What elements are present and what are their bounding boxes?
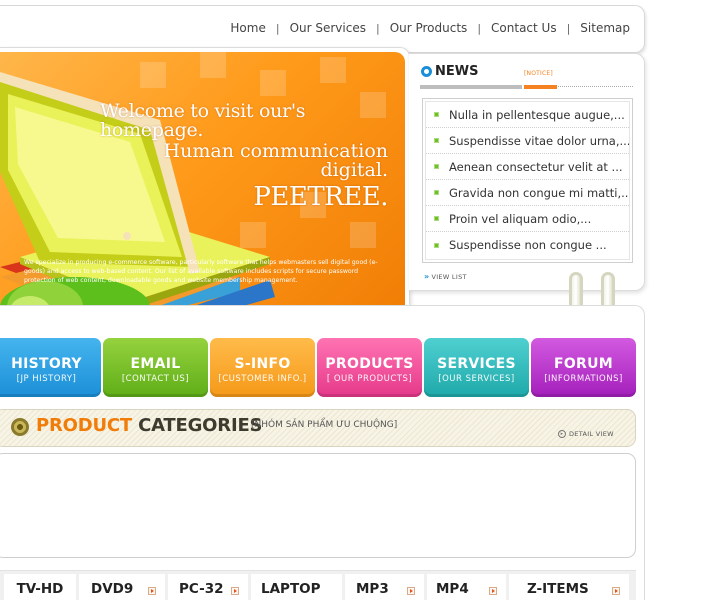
tab-title: FORUM — [553, 356, 614, 372]
tab-subtitle: [ OUR PRODUCTS] — [326, 374, 413, 384]
news-item-text: Gravida non congue mi matti,... — [449, 185, 629, 200]
welcome-brand: PEETREE. — [253, 182, 388, 212]
news-item[interactable]: Nulla in pellentesque augue,... — [426, 102, 629, 128]
arrow-right-icon — [612, 587, 620, 595]
product-pc-32[interactable]: PC-32 — [168, 574, 248, 600]
tab-title: EMAIL — [130, 356, 181, 372]
top-navigation: Home | Our Services | Our Products | Con… — [230, 21, 630, 35]
news-list: Nulla in pellentesque augue,... Suspendi… — [422, 98, 633, 263]
tab-title: SERVICES — [437, 356, 516, 372]
view-list-link[interactable]: » VIEW LIST — [424, 272, 467, 281]
news-item-text: Nulla in pellentesque augue,... — [449, 107, 625, 122]
product-mp3[interactable]: MP3 — [345, 574, 424, 600]
view-list-label: VIEW LIST — [431, 272, 467, 281]
news-item[interactable]: Gravida non congue mi matti,... — [426, 180, 629, 206]
banner-description: We specialize in producing e-commerce so… — [24, 259, 378, 284]
arrow-right-icon — [489, 587, 497, 595]
product-label: LAPTOP — [261, 581, 321, 597]
news-heading: NEWS — [421, 64, 478, 79]
news-item[interactable]: Proin vel aliquam odio,... — [426, 206, 629, 232]
product-label: MP4 — [436, 581, 469, 597]
news-item-text: Suspendisse non congue ... — [449, 238, 607, 252]
content-area — [0, 453, 636, 558]
nav-contact-link[interactable]: Contact Us — [491, 21, 557, 35]
news-item-text: Proin vel aliquam odio,... — [449, 211, 592, 226]
product-mp4[interactable]: MP4 — [427, 574, 506, 600]
nav-separator: | — [477, 21, 482, 35]
product-label: PC-32 — [179, 581, 224, 597]
nav-services-link[interactable]: Our Services — [290, 21, 366, 35]
section-title-highlight: PRODUCT — [36, 415, 133, 436]
tab-title: PRODUCTS — [325, 356, 414, 372]
top-bar: Home | Our Services | Our Products | Con… — [0, 5, 645, 53]
product-dvd9[interactable]: DVD9 — [79, 574, 165, 600]
tab-products[interactable]: PRODUCTS [ OUR PRODUCTS] — [317, 338, 422, 397]
tab-title: S-INFO — [234, 356, 291, 372]
detail-view-link[interactable]: ▸ DETAIL VIEW — [558, 430, 614, 438]
section-title-rest: CATEGORIES — [138, 415, 263, 436]
news-item-text: Suspendisse vitae dolor urna,... — [449, 133, 629, 148]
welcome-line-2: Human communication digital. — [163, 140, 388, 181]
tab-forum[interactable]: FORUM [INFORMATIONS] — [531, 338, 636, 397]
arrow-right-icon — [148, 587, 156, 595]
tab-history[interactable]: HISTORY [JP HISTORY] — [0, 338, 101, 397]
bullet-icon — [434, 164, 439, 169]
arrow-circle-icon: ▸ — [558, 430, 566, 438]
nav-products-link[interactable]: Our Products — [390, 21, 468, 35]
section-subtitle: [NHÓM SẢN PHẨM ƯU CHUỘNG] — [251, 420, 398, 430]
section-title: PRODUCT CATEGORIES — [36, 415, 263, 436]
bullet-icon — [434, 112, 439, 117]
tab-subtitle: [CUSTOMER INFO.] — [218, 374, 307, 384]
nav-separator: | — [375, 21, 380, 35]
double-arrow-icon: » — [424, 272, 430, 281]
tab-subtitle: [CONTACT US] — [121, 374, 190, 384]
news-underline — [420, 85, 522, 89]
bullet-icon — [434, 138, 439, 143]
tab-subtitle: [OUR SERVICES] — [438, 374, 515, 384]
bullet-icon — [434, 216, 439, 221]
tab-subtitle: [INFORMATIONS] — [544, 374, 623, 384]
product-label: TV-HD — [16, 581, 64, 597]
welcome-line-1: Welcome to visit our's homepage. — [100, 100, 306, 141]
arrow-right-icon — [407, 587, 415, 595]
tab-title: HISTORY — [11, 356, 82, 372]
hero-banner: Welcome to visit our's homepage. Human c… — [0, 52, 405, 321]
news-item[interactable]: Suspendisse vitae dolor urna,... — [426, 128, 629, 154]
nav-sitemap-link[interactable]: Sitemap — [580, 21, 630, 35]
nav-separator: | — [566, 21, 571, 35]
target-icon — [11, 418, 29, 436]
banner-welcome-text: Welcome to visit our's homepage. Human c… — [100, 100, 400, 212]
news-item-text: Aenean consectetur velit at ... — [449, 159, 623, 174]
nav-home-link[interactable]: Home — [230, 21, 265, 35]
news-item[interactable]: Aenean consectetur velit at ... — [426, 154, 629, 180]
news-item[interactable]: Suspendisse non congue ... — [426, 232, 629, 258]
tab-subtitle: [JP HISTORY] — [16, 374, 77, 384]
nav-separator: | — [275, 21, 280, 35]
product-label: Z-ITEMS — [527, 581, 589, 597]
tab-s-info[interactable]: S-INFO [CUSTOMER INFO.] — [210, 338, 315, 397]
bullet-icon — [434, 242, 439, 248]
notice-underline — [524, 85, 557, 89]
product-laptop[interactable]: LAPTOP — [251, 574, 342, 600]
news-dotted-rule — [558, 86, 633, 87]
product-z-items[interactable]: Z-ITEMS — [509, 574, 629, 600]
tab-services[interactable]: SERVICES [OUR SERVICES] — [424, 338, 529, 397]
notice-tab[interactable]: [NOTICE] — [524, 70, 553, 77]
product-label: DVD9 — [91, 581, 134, 597]
news-bullet-icon — [421, 66, 432, 77]
bullet-icon — [434, 190, 439, 195]
product-tv-hd[interactable]: TV-HD — [4, 574, 76, 600]
tab-email[interactable]: EMAIL [CONTACT US] — [103, 338, 208, 397]
product-label: MP3 — [356, 581, 389, 597]
news-title: NEWS — [435, 64, 479, 79]
arrow-right-icon — [231, 587, 239, 595]
detail-view-label: DETAIL VIEW — [569, 430, 614, 438]
